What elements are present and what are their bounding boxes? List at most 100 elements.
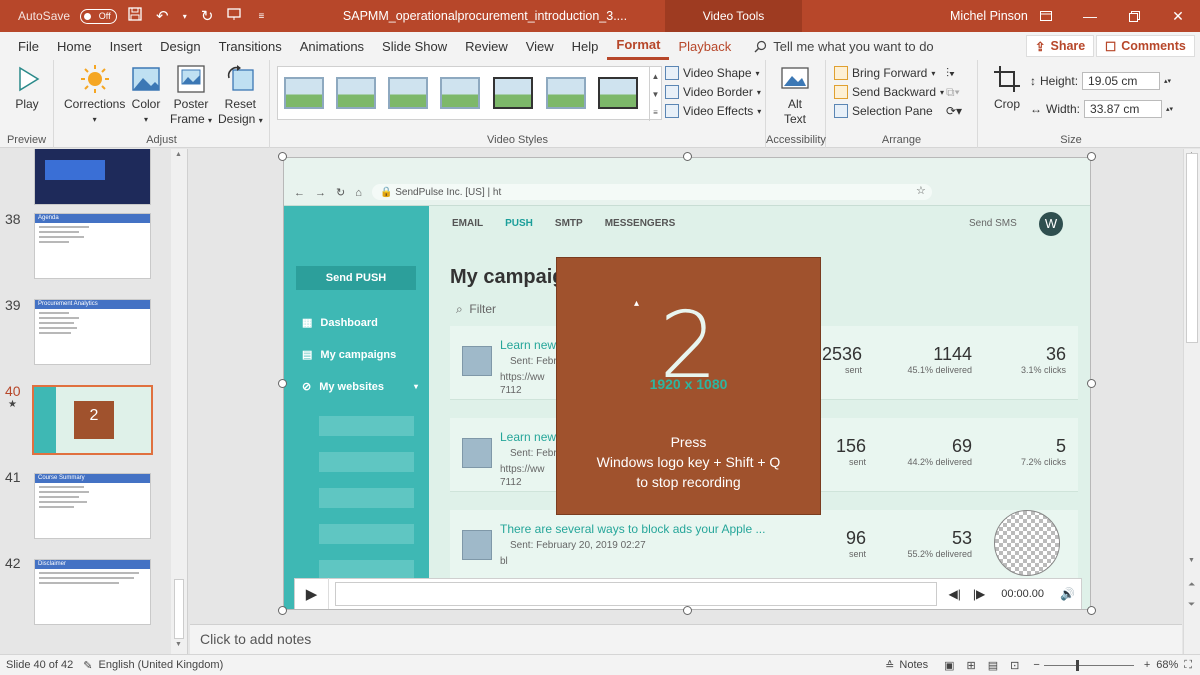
send-backward-button[interactable]: Send Backward ▾ (834, 85, 944, 99)
volume-icon[interactable]: 🔊 (1060, 587, 1075, 601)
play-button[interactable]: Play (12, 64, 42, 112)
tab-transitions[interactable]: Transitions (210, 32, 291, 60)
gallery-scroll[interactable]: ▲ ▼ ≡ (649, 67, 661, 121)
minimize-icon[interactable]: — (1068, 0, 1112, 32)
resize-handle-bottom-left[interactable] (278, 606, 287, 615)
tab-format[interactable]: Format (607, 32, 670, 60)
spelling-icon[interactable]: ✎ (83, 659, 92, 672)
tab-home[interactable]: Home (48, 32, 101, 60)
redo-icon[interactable]: ↻ (199, 7, 216, 25)
canvas-scroll-down-icon[interactable]: ▼ (1188, 557, 1195, 564)
crop-button[interactable]: Crop (992, 64, 1022, 112)
gallery-more-icon[interactable]: ≡ (653, 108, 658, 117)
tab-review[interactable]: Review (456, 32, 517, 60)
tab-animations[interactable]: Animations (291, 32, 373, 60)
slide-thumbnail-40[interactable]: 2 (32, 385, 153, 455)
resize-handle-left[interactable] (278, 379, 287, 388)
tab-design[interactable]: Design (151, 32, 209, 60)
resize-handle-bottom[interactable] (683, 606, 692, 615)
height-input[interactable]: 19.05 cm (1082, 72, 1161, 90)
resize-handle-bottom-right[interactable] (1087, 606, 1096, 615)
undo-dropdown-icon[interactable]: ▾ (181, 12, 189, 21)
height-spinner-icon[interactable]: ▴▾ (1164, 77, 1171, 85)
save-icon[interactable] (127, 7, 144, 25)
slide-thumbnail-38[interactable]: Agenda (34, 213, 151, 279)
zoom-slider[interactable] (1043, 659, 1134, 671)
slide-show-icon[interactable]: ⊡ (1010, 659, 1019, 672)
normal-view-icon[interactable]: ▣ (944, 659, 954, 672)
width-spinner-icon[interactable]: ▴▾ (1166, 105, 1173, 113)
video-play-icon[interactable]: ▶ (295, 578, 329, 609)
customize-toolbar-icon[interactable]: ≡ (253, 11, 270, 22)
language-indicator[interactable]: English (United Kingdom) (99, 659, 224, 671)
resize-handle-top[interactable] (683, 152, 692, 161)
restore-icon[interactable] (1112, 0, 1156, 32)
zoom-level[interactable]: 68% (1156, 659, 1178, 671)
rotate-button[interactable]: ⟳▾ (946, 104, 962, 118)
user-name[interactable]: Michel Pinson (950, 9, 1028, 23)
video-effects-button[interactable]: Video Effects ▾ (665, 104, 761, 118)
resize-handle-right[interactable] (1087, 379, 1096, 388)
video-timeline[interactable] (335, 582, 937, 606)
tab-slide-show[interactable]: Slide Show (373, 32, 456, 60)
slide-thumbnail-37[interactable] (34, 149, 151, 205)
alt-text-button[interactable]: Alt Text (780, 64, 810, 127)
video-style-1[interactable] (284, 77, 324, 109)
notes-toggle[interactable]: ≙ Notes (885, 659, 928, 672)
canvas-scroll-thumb[interactable] (1186, 153, 1198, 343)
share-button[interactable]: ⇪ Share (1026, 35, 1095, 57)
slide-thumbnail-41[interactable]: Course Summary (34, 473, 151, 539)
resize-handle-top-right[interactable] (1087, 152, 1096, 161)
undo-icon[interactable]: ↶ (154, 7, 171, 25)
width-input[interactable]: 33.87 cm (1084, 100, 1163, 118)
comments-button[interactable]: ☐ Comments (1096, 35, 1195, 57)
video-style-3[interactable] (388, 77, 428, 109)
notes-pane[interactable]: Click to add notes (190, 624, 1182, 654)
slide-sorter-icon[interactable]: ⊞ (967, 659, 976, 672)
zoom-slider-thumb[interactable] (1075, 659, 1079, 671)
reading-view-icon[interactable]: ▤ (988, 659, 998, 672)
video-style-2[interactable] (336, 77, 376, 109)
color-button[interactable]: Color ▾ (131, 64, 161, 127)
next-slide-icon[interactable]: ⏷ (1188, 599, 1195, 610)
video-style-7[interactable] (598, 77, 638, 109)
close-icon[interactable]: ✕ (1156, 0, 1200, 32)
gallery-up-icon[interactable]: ▲ (652, 72, 660, 81)
poster-frame-button[interactable]: Poster Frame ▾ (170, 64, 212, 128)
slide-pane-scrollbar[interactable]: ▲ ▼ (171, 149, 187, 654)
video-style-6[interactable] (546, 77, 586, 109)
gallery-down-icon[interactable]: ▼ (652, 90, 660, 99)
scroll-thumb[interactable] (174, 579, 184, 639)
video-object[interactable]: ←→↻⌂ 🔒 SendPulse Inc. [US] | ht ☆ Send P… (283, 157, 1091, 610)
slide-thumbnail-42[interactable]: Disclaimer (34, 559, 151, 625)
selection-pane-button[interactable]: Selection Pane (834, 104, 933, 118)
scroll-up-icon[interactable]: ▲ (175, 151, 182, 158)
video-border-button[interactable]: Video Border ▾ (665, 85, 761, 99)
canvas-scrollbar[interactable]: ▲ ▼ ⏶ ⏷ (1183, 149, 1200, 654)
present-icon[interactable] (226, 7, 243, 25)
tab-playback[interactable]: Playback (669, 32, 740, 60)
tab-help[interactable]: Help (563, 32, 608, 60)
align-button[interactable]: ⫶▾ (946, 66, 955, 81)
fit-to-window-icon[interactable]: ⛶ (1184, 659, 1192, 672)
tell-me-search[interactable]: Tell me what you want to do (754, 39, 934, 54)
ribbon-display-options-icon[interactable] (1024, 0, 1068, 32)
autosave-toggle[interactable]: Off (80, 8, 117, 24)
step-forward-icon[interactable]: |▶ (973, 587, 985, 601)
slide-thumbnail-39[interactable]: Procurement Analytics (34, 299, 151, 365)
previous-slide-icon[interactable]: ⏶ (1188, 579, 1195, 590)
tab-view[interactable]: View (517, 32, 563, 60)
video-shape-button[interactable]: Video Shape ▾ (665, 66, 760, 80)
tab-insert[interactable]: Insert (101, 32, 152, 60)
reset-design-button[interactable]: Reset Design ▾ (218, 64, 263, 128)
video-style-5[interactable] (493, 77, 533, 109)
scroll-down-icon[interactable]: ▼ (175, 641, 182, 648)
resize-handle-top-left[interactable] (278, 152, 287, 161)
group-objects-button[interactable]: ⧉▾ (946, 85, 960, 100)
zoom-out-icon[interactable]: − (1033, 659, 1039, 671)
zoom-in-icon[interactable]: + (1144, 659, 1150, 671)
bring-forward-button[interactable]: Bring Forward ▾ (834, 66, 935, 80)
tab-file[interactable]: File (0, 32, 48, 60)
video-style-4[interactable] (440, 77, 480, 109)
corrections-button[interactable]: Corrections ▾ (64, 64, 125, 127)
